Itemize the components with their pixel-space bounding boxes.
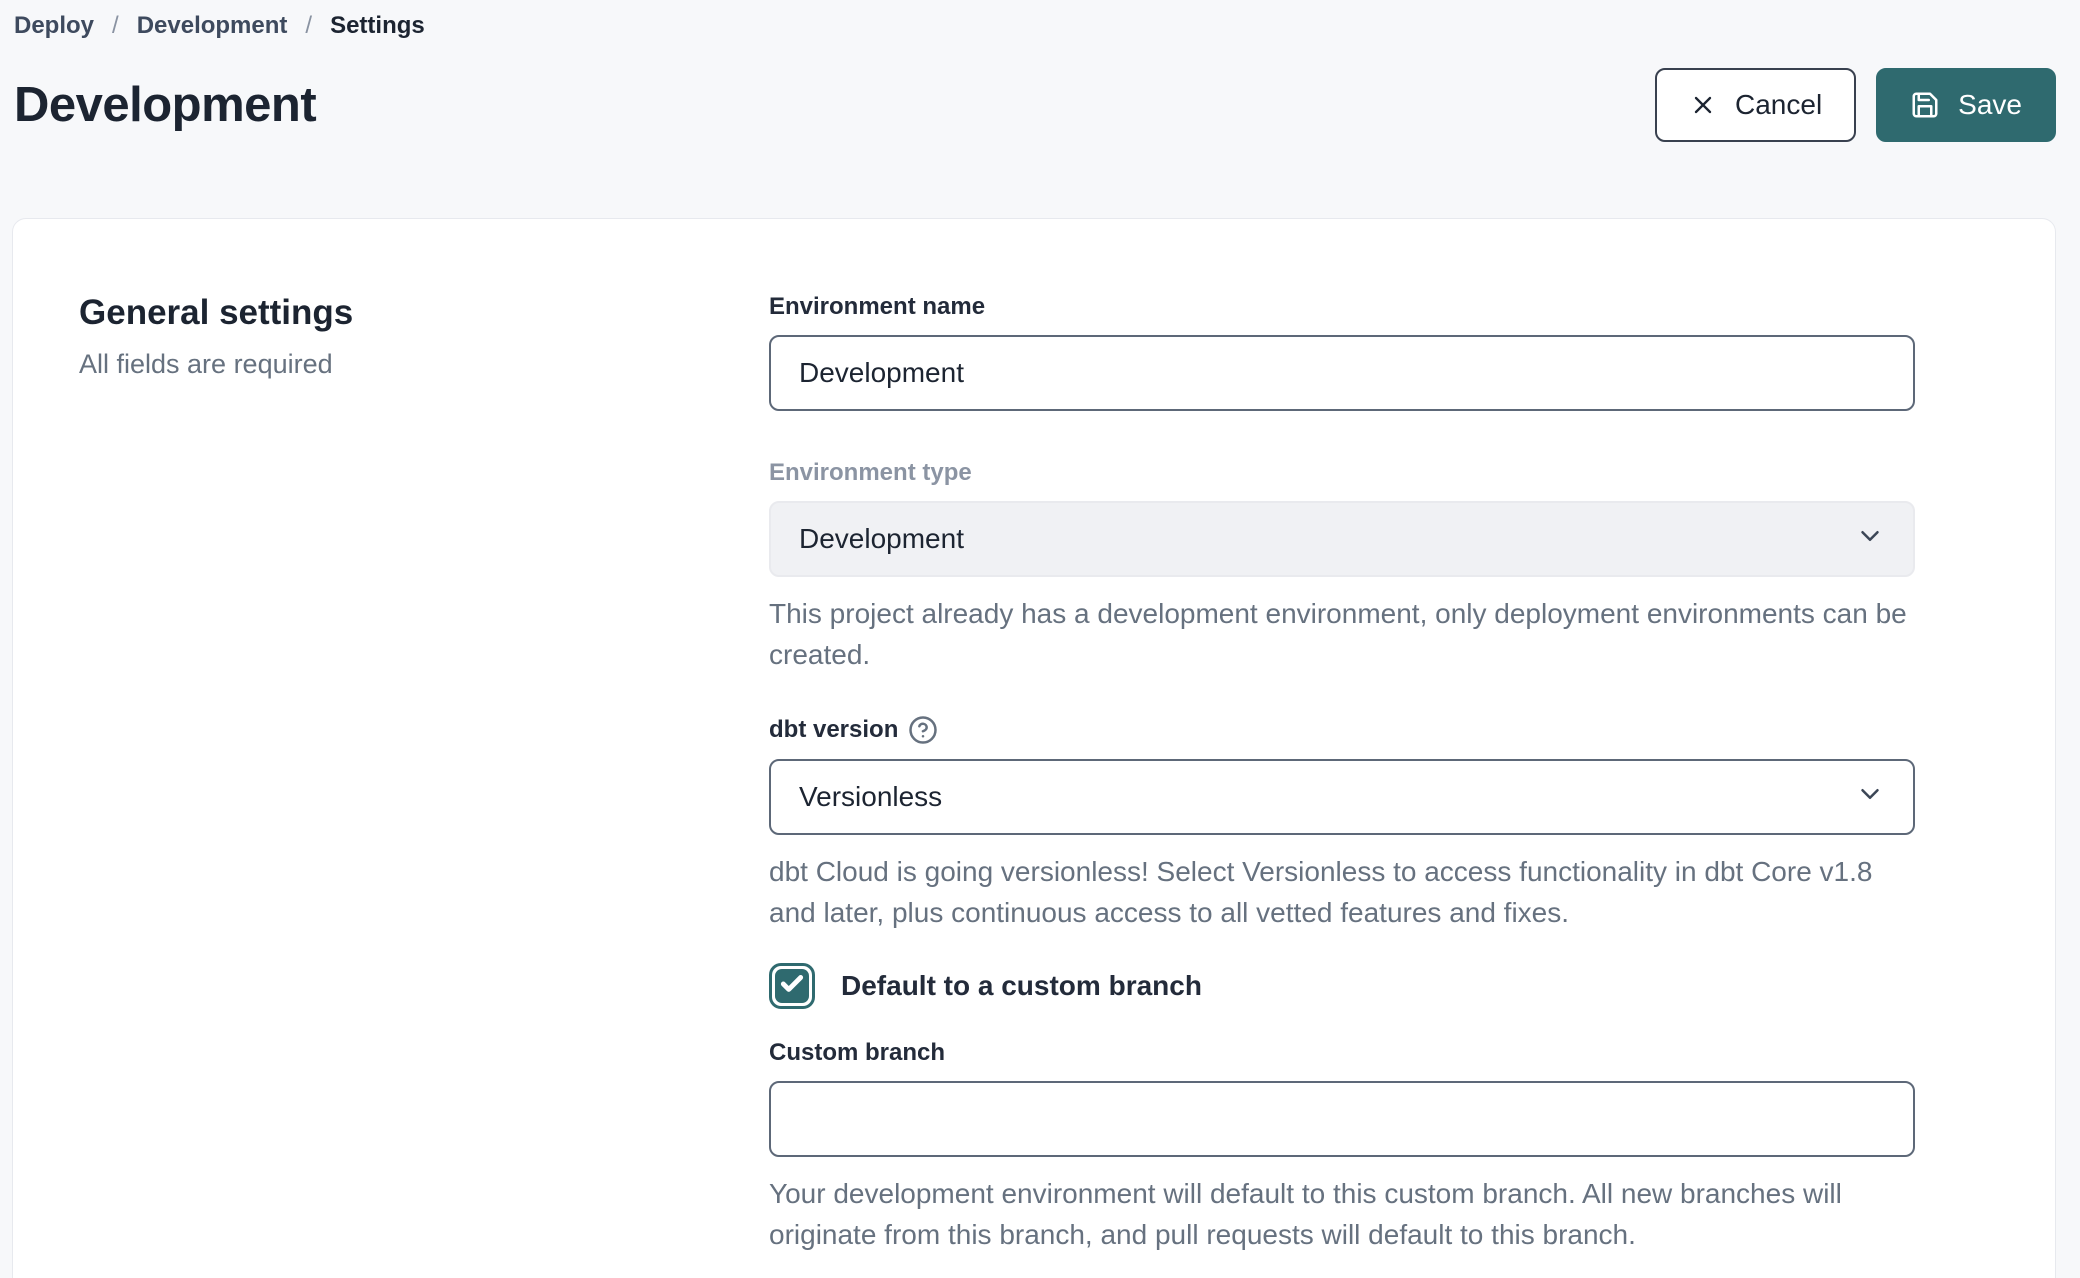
environment-type-help: This project already has a development e…: [769, 593, 1915, 675]
dbt-version-label: dbt version: [769, 715, 1915, 745]
cancel-button[interactable]: Cancel: [1655, 68, 1856, 142]
close-icon: [1689, 91, 1717, 119]
dbt-version-value: Versionless: [799, 781, 942, 813]
custom-branch-checkbox[interactable]: [769, 963, 815, 1009]
cancel-button-label: Cancel: [1735, 89, 1822, 121]
environment-name-label: Environment name: [769, 293, 1915, 321]
custom-branch-input[interactable]: [769, 1081, 1915, 1157]
environment-type-field: Environment type Development This projec…: [769, 459, 1915, 675]
environment-type-select: Development: [769, 501, 1915, 577]
save-button[interactable]: Save: [1876, 68, 2056, 142]
general-settings-card: General settings All fields are required…: [12, 218, 2056, 1278]
section-title: General settings: [79, 293, 769, 333]
breadcrumb-separator: /: [112, 12, 119, 40]
page-header: Development Cancel: [14, 68, 2056, 142]
settings-form: Environment name Environment type Develo…: [769, 293, 1915, 1278]
dbt-version-field: dbt version Versionless: [769, 715, 1915, 933]
section-subtitle: All fields are required: [79, 349, 769, 380]
custom-branch-field: Custom branch Your development environme…: [769, 1039, 1915, 1255]
dbt-version-help: dbt Cloud is going versionless! Select V…: [769, 851, 1915, 933]
check-icon: [779, 971, 805, 1002]
environment-type-value: Development: [799, 523, 964, 555]
chevron-down-icon: [1855, 521, 1885, 558]
environment-settings-page: Deploy / Development / Settings Developm…: [0, 0, 2080, 1278]
custom-branch-help: Your development environment will defaul…: [769, 1173, 1915, 1255]
environment-type-label: Environment type: [769, 459, 1915, 487]
dbt-version-label-text: dbt version: [769, 716, 898, 744]
save-button-label: Save: [1958, 89, 2022, 121]
environment-name-field: Environment name: [769, 293, 1915, 411]
breadcrumb-separator: /: [305, 12, 312, 40]
breadcrumb-settings: Settings: [330, 12, 425, 40]
page-title: Development: [14, 77, 316, 133]
checkbox-inner: [775, 969, 809, 1003]
save-icon: [1910, 90, 1940, 120]
custom-branch-toggle-label: Default to a custom branch: [841, 970, 1202, 1002]
dbt-version-select[interactable]: Versionless: [769, 759, 1915, 835]
header-actions: Cancel Save: [1655, 68, 2056, 142]
environment-name-input[interactable]: [769, 335, 1915, 411]
breadcrumb-development[interactable]: Development: [137, 12, 288, 40]
help-circle-icon[interactable]: [908, 715, 938, 745]
section-intro: General settings All fields are required: [79, 293, 769, 1278]
chevron-down-icon: [1855, 779, 1885, 816]
custom-branch-label: Custom branch: [769, 1039, 1915, 1067]
breadcrumb: Deploy / Development / Settings: [0, 0, 2080, 40]
custom-branch-toggle-row: Default to a custom branch: [769, 963, 1915, 1009]
breadcrumb-deploy[interactable]: Deploy: [14, 12, 94, 40]
